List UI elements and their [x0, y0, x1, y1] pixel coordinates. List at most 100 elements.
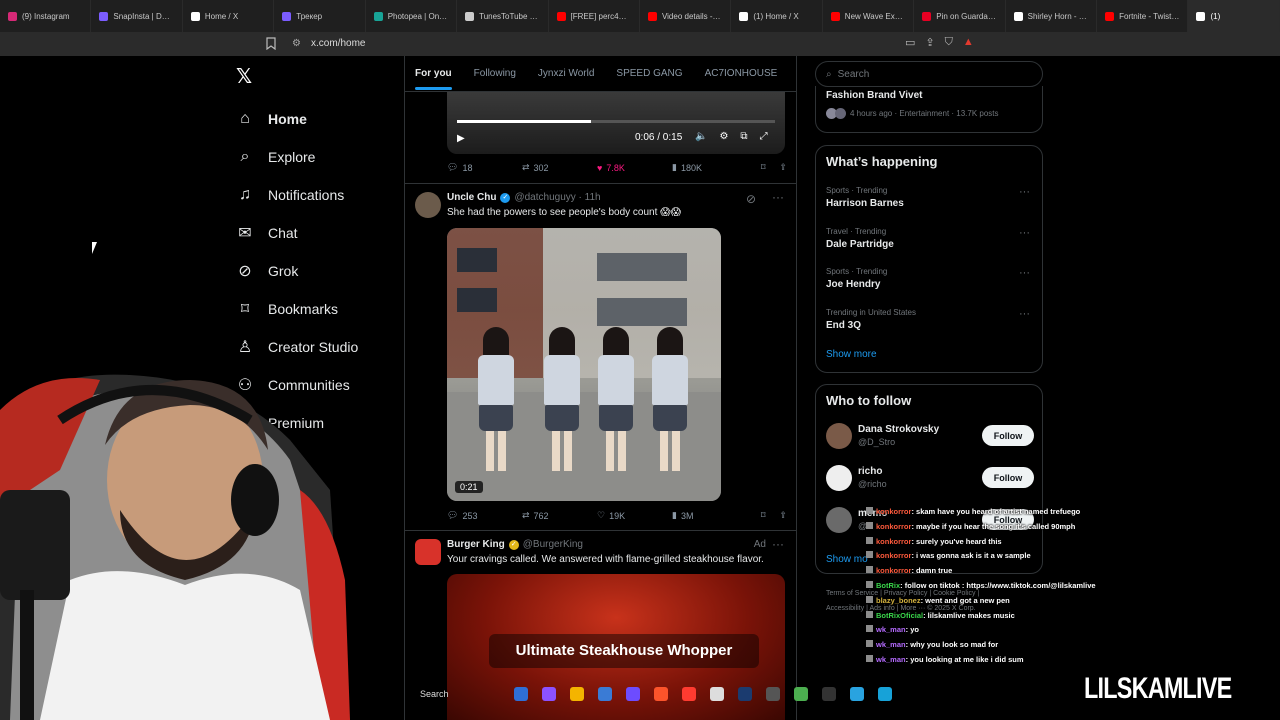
volume-icon[interactable]: 🔈 [695, 131, 707, 142]
site-info-icon[interactable]: ⚙ [292, 38, 301, 49]
cast-icon[interactable]: ▭ [905, 36, 915, 49]
show-more-link[interactable]: Show more [826, 349, 877, 360]
trend-meta-text: 4 hours ago · Entertainment · 13.7K post… [850, 109, 999, 118]
notepad-icon[interactable] [850, 686, 864, 701]
copilot-icon[interactable] [542, 686, 556, 701]
search-input[interactable]: ⌕ Search [815, 61, 1043, 87]
browser-tab[interactable]: SnapInsta | Downl [91, 0, 183, 32]
nav-item-explore[interactable]: ⌕ Explore [236, 138, 358, 176]
views-button[interactable]: ▮ 180K [672, 162, 747, 173]
app-icon[interactable] [766, 686, 780, 701]
like-button[interactable]: ♡ 19K [597, 510, 672, 521]
bookmark-page-icon[interactable] [266, 37, 276, 50]
browser-tab[interactable]: (1) [1188, 0, 1280, 32]
post-text: She had the powers to see people's body … [447, 207, 682, 218]
reply-button[interactable]: 💬︎ 253 [447, 510, 522, 521]
browser-tab[interactable]: Shirley Horn - He [1006, 0, 1098, 32]
nav-item-notifications[interactable]: ♫ Notifications [236, 176, 358, 214]
browser-tab[interactable]: New Wave Exclus [823, 0, 915, 32]
brave-icon[interactable] [654, 686, 668, 701]
suggest-name[interactable]: Dana Strokovsky [858, 424, 939, 435]
trend-item[interactable]: Travel · Trending Dale Partridge ··· [826, 227, 1036, 250]
rewards-icon[interactable]: ▲ [963, 36, 974, 49]
browser-tab[interactable]: Photopea | Online [366, 0, 458, 32]
nav-item-chat[interactable]: ✉ Chat [236, 214, 358, 252]
play-icon[interactable]: ▶ [457, 133, 465, 144]
store-icon[interactable] [598, 686, 612, 701]
share-icon[interactable]: ⇪ [779, 510, 787, 521]
show-more-link[interactable]: Show mo [826, 554, 868, 565]
browser-tab[interactable]: (1) Home / X [731, 0, 823, 32]
app-icon[interactable] [822, 686, 836, 701]
reply-button[interactable]: 💬︎ 18 [447, 162, 522, 173]
more-icon[interactable]: ··· [772, 190, 784, 204]
more-icon[interactable]: ··· [772, 537, 784, 551]
nav-item-home[interactable]: ⌂ Home [236, 100, 358, 138]
avatar[interactable] [415, 192, 441, 218]
follow-suggestion[interactable]: Dana Strokovsky @D_Stro Follow [826, 423, 1034, 453]
pip-icon[interactable]: ⧉ [740, 131, 747, 142]
browser-tab[interactable]: Home / X [183, 0, 275, 32]
follow-button[interactable]: Follow [982, 467, 1034, 488]
feed-tab[interactable]: SPEED GANG [616, 68, 682, 79]
photos-icon[interactable] [878, 686, 892, 701]
browser-tab[interactable]: (9) Instagram [0, 0, 92, 32]
trend-card[interactable]: Fashion Brand Vivet 4 hours ago · Entert… [815, 86, 1043, 133]
grok-icon[interactable]: ⊘ [746, 192, 756, 206]
video-progress-bar[interactable] [457, 120, 775, 123]
more-icon[interactable]: ··· [1019, 267, 1030, 279]
video-player[interactable]: ▶ 0:06 / 0:15 🔈 ⚙ ⧉ ⤢ [447, 92, 785, 154]
browser-icon[interactable] [682, 686, 696, 701]
follow-suggestion[interactable]: richo @richo Follow [826, 465, 1034, 495]
nav-item-bookmarks[interactable]: ⌑ Bookmarks [236, 290, 358, 328]
settings-icon[interactable]: ⚙ [719, 131, 728, 142]
feed-tab[interactable]: Following [474, 68, 516, 79]
browser-tab[interactable]: Pin on Guardado [914, 0, 1006, 32]
post-video[interactable]: 0:21 [447, 228, 721, 501]
repost-button[interactable]: ⇄ 302 [522, 162, 597, 173]
x-logo[interactable]: 𝕏 [236, 64, 252, 89]
avatar[interactable] [826, 423, 852, 449]
taskbar-search[interactable]: Search [420, 689, 500, 699]
repost-button[interactable]: ⇄ 762 [522, 510, 597, 521]
suggest-name[interactable]: richo [858, 466, 882, 477]
discord-icon[interactable] [626, 686, 640, 701]
browser-tab[interactable]: Fortnite - Twist En [1097, 0, 1189, 32]
views-button[interactable]: ▮ 3M [672, 510, 747, 521]
nav-item-grok[interactable]: ⊘ Grok [236, 252, 358, 290]
feed-tab[interactable]: AC7IONHOUSE [705, 68, 778, 79]
feed-tab[interactable]: For you [415, 68, 452, 90]
more-icon[interactable]: ··· [1019, 227, 1030, 239]
like-button[interactable]: ♥ 7.8K [597, 163, 672, 173]
steam-icon[interactable] [738, 686, 752, 701]
url-text[interactable]: x.com/home [311, 38, 365, 49]
trend-item[interactable]: Sports · Trending Joe Hendry ··· [826, 267, 1036, 290]
task-view-icon[interactable] [514, 686, 528, 701]
trend-item[interactable]: Trending in United States End 3Q ··· [826, 308, 1036, 331]
bookmark-icon[interactable]: ⌑ [761, 162, 766, 173]
reply-icon: 💬︎ [447, 510, 459, 520]
author-name[interactable]: Burger King [447, 539, 505, 550]
follow-button[interactable]: Follow [982, 425, 1034, 446]
browser-tab[interactable]: Трекер [274, 0, 366, 32]
feed-tab[interactable]: Jynxzi World [538, 68, 595, 79]
trend-item[interactable]: Sports · Trending Harrison Barnes ··· [826, 186, 1036, 209]
avatar[interactable] [826, 465, 852, 491]
browser-tab[interactable]: [FREE] perc40 x m [549, 0, 640, 32]
avatar[interactable] [826, 507, 852, 533]
browser-tab[interactable]: Video details - Yo [640, 0, 732, 32]
more-icon[interactable]: ··· [1019, 186, 1030, 198]
file-explorer-icon[interactable] [570, 686, 584, 701]
author-handle[interactable]: @datchuguyy · 11h [514, 192, 600, 203]
author-name[interactable]: Uncle Chu [447, 192, 496, 203]
author-handle[interactable]: @BurgerKing [523, 539, 583, 550]
shield-icon[interactable]: ⛉ [945, 36, 953, 49]
share-icon[interactable]: ⇪ [925, 36, 934, 49]
obs-icon[interactable] [710, 686, 724, 701]
browser-tab[interactable]: TunesToTube - Up [457, 0, 549, 32]
more-icon[interactable]: ··· [1019, 308, 1030, 320]
fullscreen-icon[interactable]: ⤢ [760, 131, 768, 142]
app-icon[interactable] [794, 686, 808, 701]
share-icon[interactable]: ⇪ [779, 162, 787, 173]
bookmark-icon[interactable]: ⌑ [761, 510, 766, 521]
